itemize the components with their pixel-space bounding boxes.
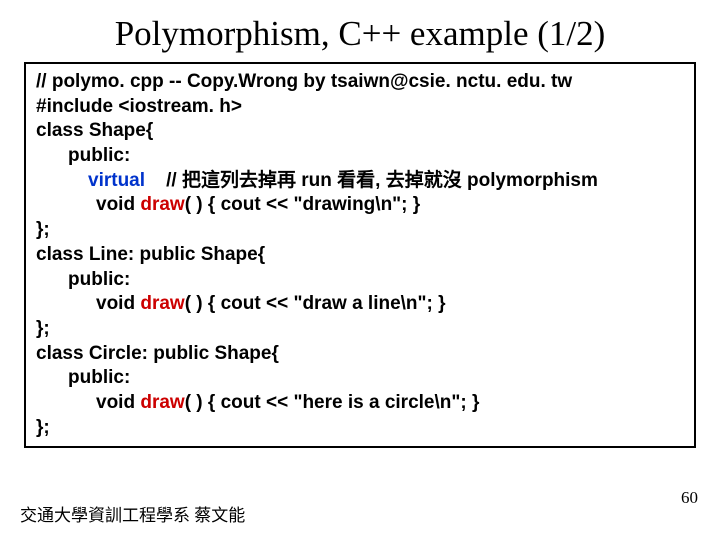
code-line: // polymo. cpp -- Copy.Wrong by tsaiwn@c… [36, 70, 684, 95]
code-text: ( ) { cout << "draw a line\n"; } [185, 293, 446, 314]
code-line: virtual // 把這列去掉再 run 看看, 去掉就沒 polymorph… [36, 169, 684, 194]
code-line: class Circle: public Shape{ [36, 342, 684, 367]
code-comment: // 把這列去掉再 run 看看, 去掉就沒 polymorphism [166, 170, 598, 191]
code-line: void draw( ) { cout << "drawing\n"; } [36, 193, 684, 218]
code-line: class Line: public Shape{ [36, 243, 684, 268]
code-text: void [96, 392, 140, 413]
code-line: void draw( ) { cout << "draw a line\n"; … [36, 292, 684, 317]
code-text: ( ) { cout << "drawing\n"; } [185, 194, 420, 215]
code-line: }; [36, 416, 684, 441]
code-line: }; [36, 218, 684, 243]
method-draw: draw [140, 194, 184, 215]
slide: Polymorphism, C++ example (1/2) // polym… [0, 0, 720, 540]
code-line: }; [36, 317, 684, 342]
method-draw: draw [140, 392, 184, 413]
code-line: void draw( ) { cout << "here is a circle… [36, 391, 684, 416]
page-number: 60 [681, 488, 698, 508]
code-text: void [96, 194, 140, 215]
method-draw: draw [140, 293, 184, 314]
code-text: ( ) { cout << "here is a circle\n"; } [185, 392, 480, 413]
code-line: public: [36, 144, 684, 169]
code-line: public: [36, 366, 684, 391]
footer-text: 交通大學資訓工程學系 蔡文能 [20, 501, 245, 526]
code-block: // polymo. cpp -- Copy.Wrong by tsaiwn@c… [24, 62, 696, 448]
slide-title: Polymorphism, C++ example (1/2) [0, 0, 720, 62]
code-text: void [96, 293, 140, 314]
code-line: public: [36, 268, 684, 293]
code-line: #include <iostream. h> [36, 95, 684, 120]
code-line: class Shape{ [36, 119, 684, 144]
keyword-virtual: virtual [88, 170, 145, 191]
